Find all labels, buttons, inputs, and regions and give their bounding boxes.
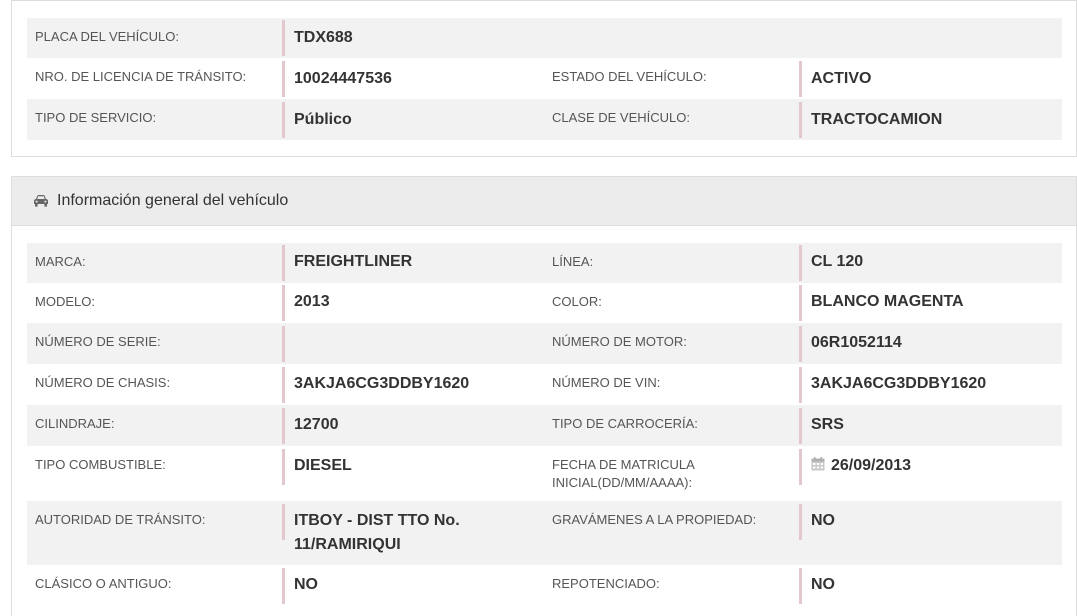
field-separator (282, 326, 285, 362)
field-separator (799, 285, 802, 321)
field-label: REPOTENCIADO: (552, 576, 660, 591)
info-row-serie: NÚMERO DE SERIE: NÚMERO DE MOTOR: 06R105… (27, 323, 1062, 364)
field-label: MARCA: (35, 254, 86, 269)
field-value-vin: 3AKJA6CG3DDBY1620 (811, 375, 987, 392)
field-separator (799, 367, 802, 403)
section-title: Información general del vehículo (57, 192, 289, 209)
field-label: COLOR: (552, 294, 602, 309)
field-value-carroceria: SRS (811, 416, 844, 433)
field-label: NÚMERO DE MOTOR: (552, 334, 687, 349)
field-separator (282, 504, 285, 540)
field-separator (282, 102, 285, 138)
info-row-cilindraje: CILINDRAJE: 12700 TIPO DE CARROCERÍA: SR… (27, 405, 1062, 446)
general-info-panel: Información general del vehículo MARCA: … (11, 176, 1077, 616)
fecha-matricula-text: 26/09/2013 (831, 457, 912, 474)
field-label: MODELO: (35, 294, 95, 309)
info-row-autoridad: AUTORIDAD DE TRÁNSITO: ITBOY - DIST TTO … (27, 501, 1062, 565)
field-label: ESTADO DEL VEHÍCULO: (552, 69, 707, 84)
vehicle-summary-panel: PLACA DEL VEHÍCULO: TDX688 NRO. DE LICEN… (11, 0, 1077, 157)
field-label: CLÁSICO O ANTIGUO: (35, 576, 172, 591)
info-row-chasis: NÚMERO DE CHASIS: 3AKJA6CG3DDBY1620 NÚME… (27, 364, 1062, 405)
field-value-marca: FREIGHTLINER (294, 253, 413, 270)
field-label: CLASE DE VEHÍCULO: (552, 110, 690, 125)
field-value-chasis: 3AKJA6CG3DDBY1620 (294, 375, 470, 392)
field-value-clase: TRACTOCAMION (811, 111, 943, 128)
info-row-servicio: TIPO DE SERVICIO: Público CLASE DE VEHÍC… (27, 99, 1062, 140)
field-label: GRAVÁMENES A LA PROPIEDAD: (552, 512, 757, 527)
car-icon (33, 194, 49, 213)
field-label: NÚMERO DE SERIE: (35, 334, 161, 349)
field-separator (282, 61, 285, 97)
field-separator (799, 245, 802, 281)
field-separator (799, 61, 802, 97)
field-value-placa: TDX688 (294, 29, 353, 46)
field-separator (282, 245, 285, 281)
field-value-cilindraje: 12700 (294, 416, 339, 433)
field-label: AUTORIDAD DE TRÁNSITO: (35, 512, 206, 527)
field-value-linea: CL 120 (811, 253, 864, 270)
info-row-modelo: MODELO: 2013 COLOR: BLANCO MAGENTA (27, 283, 1062, 323)
info-row-combustible: TIPO COMBUSTIBLE: DIESEL FECHA DE MATRIC… (27, 446, 1062, 501)
field-label: TIPO COMBUSTIBLE: (35, 457, 166, 472)
field-label: NRO. DE LICENCIA DE TRÁNSITO: (35, 69, 247, 84)
field-separator (799, 504, 802, 540)
field-separator (282, 408, 285, 444)
field-separator (799, 449, 802, 485)
field-separator (799, 568, 802, 604)
field-value-fecha-matricula: 26/09/2013 (811, 454, 1056, 479)
field-separator (799, 408, 802, 444)
field-value-estado: ACTIVO (811, 70, 872, 87)
field-label: NÚMERO DE CHASIS: (35, 375, 171, 390)
field-label: PLACA DEL VEHÍCULO: (35, 29, 180, 44)
field-value-licencia: 10024447536 (294, 70, 392, 87)
field-separator (799, 102, 802, 138)
field-separator (282, 367, 285, 403)
field-value-autoridad: ITBOY - DIST TTO No. 11/RAMIRIQUI (294, 512, 460, 553)
info-row-marca: MARCA: FREIGHTLINER LÍNEA: CL 120 (27, 243, 1062, 283)
field-label: TIPO DE SERVICIO: (35, 110, 157, 125)
calendar-icon (811, 455, 825, 479)
info-row-clasico: CLÁSICO O ANTIGUO: NO REPOTENCIADO: NO (27, 565, 1062, 606)
info-row-licencia: NRO. DE LICENCIA DE TRÁNSITO: 1002444753… (27, 58, 1062, 99)
field-label: FECHA DE MATRICULA INICIAL(DD/MM/AAAA): (552, 457, 695, 490)
field-value-motor: 06R1052114 (811, 334, 902, 351)
section-header: Información general del vehículo (12, 177, 1076, 226)
field-separator (282, 568, 285, 604)
field-value-modelo: 2013 (294, 293, 330, 310)
info-row-placa: PLACA DEL VEHÍCULO: TDX688 (27, 18, 1062, 58)
field-value-servicio: Público (294, 111, 352, 128)
field-value-gravamenes: NO (811, 512, 835, 529)
field-value-color: BLANCO MAGENTA (811, 293, 964, 310)
field-value-combustible: DIESEL (294, 457, 352, 474)
field-value-repotenciado: NO (811, 576, 835, 593)
field-separator (282, 20, 285, 56)
field-separator (282, 449, 285, 485)
field-label: CILINDRAJE: (35, 416, 115, 431)
field-label: NÚMERO DE VIN: (552, 375, 661, 390)
field-separator (799, 326, 802, 362)
field-label: LÍNEA: (552, 254, 594, 269)
field-label: TIPO DE CARROCERÍA: (552, 416, 698, 431)
field-separator (282, 285, 285, 321)
field-value-clasico: NO (294, 576, 318, 593)
